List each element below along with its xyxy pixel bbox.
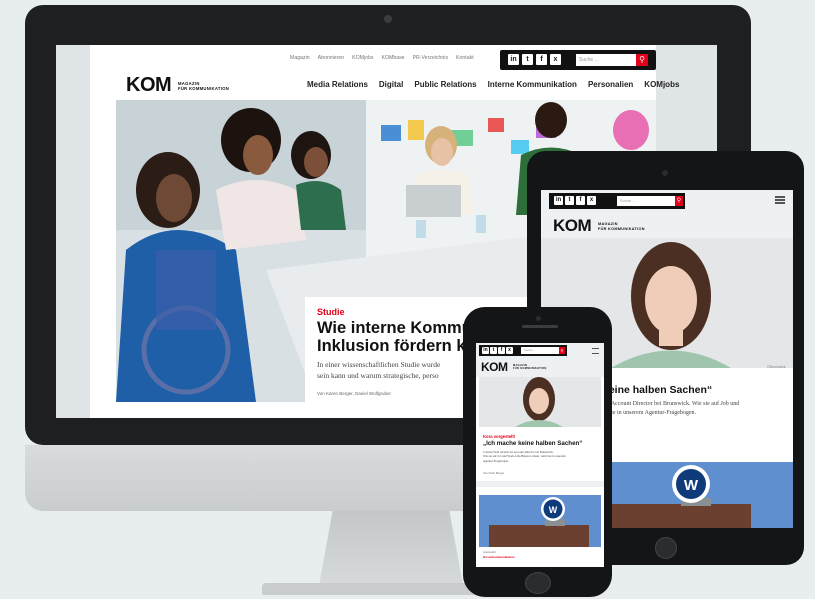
utility-link[interactable]: Abonnieren [318, 55, 345, 61]
hamburger-menu-icon[interactable] [592, 348, 599, 354]
search-input[interactable]: Suche ... [521, 347, 559, 354]
logo-tagline: MAGAZIN FÜR KOMMUNIKATION [513, 364, 547, 371]
utility-link[interactable]: Magazin [290, 55, 310, 61]
xing-icon[interactable]: x [550, 54, 561, 65]
facebook-icon[interactable]: f [498, 347, 505, 354]
article-teaser: Corinna Wolf arbeitet als Account Direct… [483, 450, 566, 463]
camera-icon [662, 170, 668, 176]
speaker-grille [522, 325, 558, 328]
photo-credit: ©Brunswick [767, 365, 786, 369]
phone-social-search-bar: in t f x Suche ... ⚲ [479, 345, 567, 356]
camera-icon [536, 316, 541, 321]
linkedin-icon[interactable]: in [508, 54, 519, 65]
nav-item-media-relations[interactable]: Media Relations [307, 80, 368, 89]
article-byline: Von Karen Berger, Daniel Wolfgruber [317, 391, 391, 396]
facebook-icon[interactable]: f [536, 54, 547, 65]
svg-text:W: W [684, 477, 699, 494]
utility-nav: Magazin Abonnieren KOMjobs KOMbase PR-Ve… [290, 55, 474, 61]
logo-tagline: MAGAZIN FÜR KOMMUNIKATION [598, 222, 645, 231]
xing-icon[interactable]: x [587, 196, 596, 205]
facebook-icon[interactable]: f [576, 196, 585, 205]
section-label: Automobil [483, 550, 496, 554]
nav-item-digital[interactable]: Digital [379, 80, 403, 89]
twitter-icon[interactable]: t [522, 54, 533, 65]
site-logo[interactable]: KOM [126, 74, 172, 97]
site-logo[interactable]: KOM [481, 360, 508, 374]
utility-link[interactable]: KOMjobs [352, 55, 373, 61]
main-nav: Media Relations Digital Public Relations… [307, 80, 679, 89]
camera-icon [384, 15, 392, 23]
logo-tagline: MAGAZIN FÜR KOMMUNIKATION [178, 81, 230, 91]
portrait-photo[interactable] [479, 377, 601, 427]
article-kicker: Studie [317, 307, 345, 317]
article-teaser: als Account Director bei Brunswick. Wie … [603, 401, 740, 416]
site-logo[interactable]: KOM [553, 216, 592, 236]
utility-link[interactable]: PR-Verzeichnis [413, 55, 448, 61]
twitter-icon[interactable]: t [565, 196, 574, 205]
nav-item-personalien[interactable]: Personalien [588, 80, 633, 89]
phone-screen: in t f x Suche ... ⚲ KOM MAGAZIN FÜR KOM… [476, 343, 604, 567]
search-icon[interactable]: ⚲ [675, 196, 683, 206]
article-headline[interactable]: keine halben Sachen“ [603, 384, 712, 396]
utility-link[interactable]: Kontakt [456, 55, 474, 61]
nav-item-public-relations[interactable]: Public Relations [414, 80, 476, 89]
svg-text:W: W [549, 505, 558, 515]
nav-item-interne-kommunikation[interactable]: Interne Kommunikation [488, 80, 577, 89]
article-kicker: Kora vorgestellt [483, 434, 515, 439]
desktop-monitor-stand [318, 511, 464, 591]
article-headline[interactable]: „Ich mache keine halben Sachen“ [483, 440, 582, 447]
xing-icon[interactable]: x [506, 347, 513, 354]
linkedin-icon[interactable]: in [554, 196, 563, 205]
article-headline[interactable]: Wie interne Kommu Inklusion fördern ka [317, 319, 475, 355]
search-icon[interactable]: ⚲ [559, 347, 565, 354]
tablet-home-button[interactable] [655, 537, 677, 559]
twitter-icon[interactable]: t [490, 347, 497, 354]
article-byline: Von Karin Berger [483, 471, 505, 475]
phone-home-button[interactable] [525, 572, 551, 594]
search-input[interactable]: Suche ... [576, 54, 636, 66]
search-input[interactable]: Suche ... [617, 196, 675, 206]
nav-item-komjobs[interactable]: KOMjobs [644, 80, 679, 89]
divider [476, 481, 604, 487]
utility-link[interactable]: KOMbase [382, 55, 405, 61]
tablet-social-search-bar: in t f x Suche ... ⚲ [549, 193, 685, 209]
hamburger-menu-icon[interactable] [775, 196, 785, 204]
linkedin-icon[interactable]: in [482, 347, 489, 354]
search-icon[interactable]: ⚲ [636, 54, 648, 66]
social-search-bar: in t f x Suche ... ⚲ [500, 50, 656, 70]
article-teaser: In einer wissenschaftlichen Studie wurde… [317, 360, 441, 380]
article-kicker: Krisenkommunikation [483, 555, 515, 559]
vw-building-photo[interactable]: W [479, 495, 601, 547]
